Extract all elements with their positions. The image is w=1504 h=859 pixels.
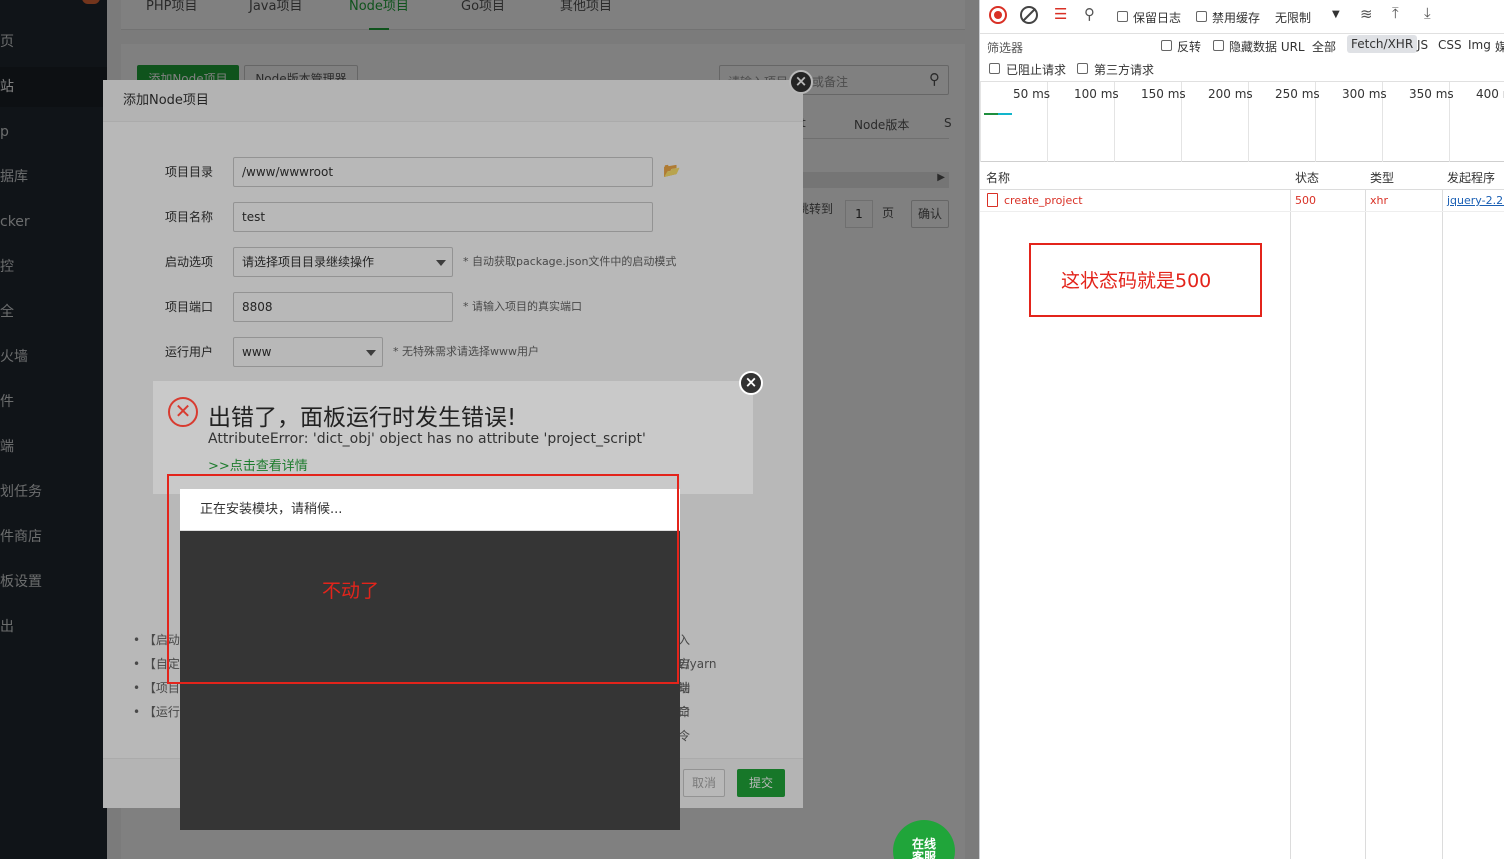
annotation-box [167, 474, 679, 684]
timeline-bar-download [998, 113, 1012, 115]
chevron-down-icon[interactable]: ▼ [1332, 9, 1340, 20]
disable-cache-label: 禁用缓存 [1212, 11, 1261, 25]
type-filter-js[interactable]: JS [1417, 38, 1428, 52]
timeline-tick-label: 400 m [1476, 87, 1504, 101]
upload-icon[interactable]: ⤒ [1392, 4, 1399, 22]
third-party-checkbox[interactable] [1077, 63, 1088, 74]
disable-cache-checkbox[interactable] [1196, 11, 1207, 22]
network-conditions-icon[interactable]: ≋ [1360, 5, 1373, 23]
download-icon[interactable]: ⤓ [1424, 4, 1431, 22]
hide-data-url-label: 隐藏数据 URL [1229, 40, 1305, 54]
timeline-tick-label: 350 ms [1409, 87, 1454, 101]
type-filter-img[interactable]: Img [1468, 38, 1491, 52]
preserve-log-label: 保留日志 [1133, 11, 1182, 25]
column-divider [1442, 162, 1443, 859]
clear-slash [1021, 7, 1037, 23]
column-header-initiator[interactable]: 发起程序 [1447, 169, 1495, 186]
column-header-type[interactable]: 类型 [1370, 169, 1394, 186]
error-details-link[interactable]: >>点击查看详情 [208, 455, 308, 474]
timeline-tick-label: 50 ms [1013, 87, 1051, 101]
error-message: AttributeError: 'dict_obj' object has no… [208, 431, 646, 447]
type-filter-css[interactable]: CSS [1438, 38, 1462, 52]
invert-label: 反转 [1177, 40, 1202, 54]
bt-panel-app: 页 站 p 据库 cker 控 全 火墙 件 端 划任务 件商店 板设置 出 P… [0, 0, 979, 859]
request-status: 500 [1295, 194, 1316, 207]
timeline-tick-label: 200 ms [1208, 87, 1253, 101]
table-header: 名称 状态 类型 发起程序 [980, 162, 1504, 190]
invert-checkbox[interactable] [1161, 40, 1172, 51]
request-name[interactable]: create_project [1004, 194, 1083, 207]
record-dot [994, 11, 1002, 19]
chat-label: 在线 [911, 837, 936, 851]
column-divider [1290, 162, 1291, 859]
close-icon[interactable]: × [739, 371, 763, 395]
throttle-select[interactable]: 无限制 [1275, 9, 1311, 26]
search-icon[interactable]: ⚲ [1084, 5, 1095, 23]
record-icon[interactable] [989, 6, 1007, 24]
type-filter-media[interactable]: 媒 [1495, 38, 1504, 55]
filter-bar-2: 已阻止请求 第三方请求 [980, 58, 1504, 82]
annotation-text-status: 这状态码就是500 [1061, 270, 1212, 292]
network-overview-timeline: 50 ms 100 ms 150 ms 200 ms 250 ms 300 ms… [980, 82, 1504, 162]
network-toolbar: ☰ ⚲ 保留日志 禁用缓存 无限制 ▼ ≋ ⤒ ⤓ [980, 0, 1504, 34]
type-filter-fetch-xhr[interactable]: Fetch/XHR [1347, 35, 1418, 53]
timeline-tick-label: 150 ms [1141, 87, 1186, 101]
devtools-network-panel: ☰ ⚲ 保留日志 禁用缓存 无限制 ▼ ≋ ⤒ ⤓ 筛选器 反转 隐藏数据 UR… [979, 0, 1504, 859]
clear-icon[interactable] [1020, 6, 1038, 24]
column-divider [1365, 162, 1366, 859]
annotation-text-stuck: 不动了 [322, 580, 380, 602]
chat-label: 客服 [911, 850, 936, 859]
error-icon: ✕ [168, 397, 198, 427]
request-initiator-link[interactable]: jquery-2.2.4 [1447, 194, 1504, 207]
timeline-tick-label: 300 ms [1342, 87, 1387, 101]
timeline-bar-waiting [984, 113, 998, 115]
timeline-gridline [980, 82, 981, 162]
type-filter-all[interactable]: 全部 [1312, 38, 1336, 55]
filter-input[interactable]: 筛选器 [987, 39, 1023, 56]
table-row[interactable]: create_project 500 xhr jquery-2.2.4 [980, 190, 1504, 212]
filter-bar: 筛选器 反转 隐藏数据 URL 全部 Fetch/XHR JS CSS Img … [980, 34, 1504, 58]
column-header-status[interactable]: 状态 [1295, 169, 1319, 186]
third-party-label: 第三方请求 [1094, 63, 1155, 77]
hide-data-url-checkbox[interactable] [1213, 40, 1224, 51]
timeline-tick-label: 100 ms [1074, 87, 1119, 101]
blocked-requests-label: 已阻止请求 [1006, 63, 1067, 77]
timeline-tick-label: 250 ms [1275, 87, 1320, 101]
blocked-requests-checkbox[interactable] [989, 63, 1000, 74]
document-icon [987, 193, 998, 207]
preserve-log-checkbox[interactable] [1117, 11, 1128, 22]
error-title: 出错了，面板运行时发生错误! [208, 405, 517, 431]
filter-icon[interactable]: ☰ [1054, 5, 1067, 23]
request-type: xhr [1370, 194, 1389, 207]
column-header-name[interactable]: 名称 [986, 169, 1010, 186]
